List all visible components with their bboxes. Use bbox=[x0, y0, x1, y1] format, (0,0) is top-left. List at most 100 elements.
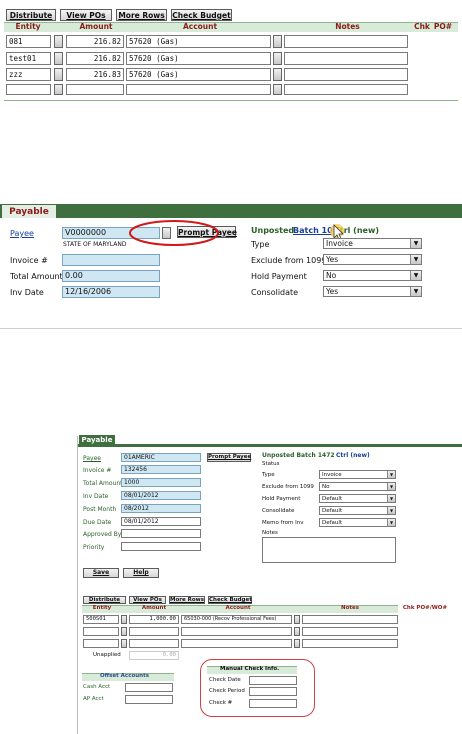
chevron-down-icon: ▼ bbox=[387, 495, 395, 502]
hold-payment-value: No bbox=[326, 271, 337, 280]
type-value: Invoice bbox=[326, 239, 353, 248]
amount-input[interactable]: 216.83 bbox=[66, 68, 124, 81]
account-lookup-button[interactable] bbox=[273, 84, 282, 95]
type-select[interactable]: Invoice ▼ bbox=[323, 238, 422, 249]
entity-input[interactable] bbox=[6, 84, 51, 95]
entity-lookup-button[interactable] bbox=[54, 52, 63, 65]
check-budget-button[interactable]: Check Budget bbox=[171, 9, 232, 21]
type-select-small[interactable]: Invoice ▼ bbox=[319, 470, 396, 479]
entity-lookup-button[interactable] bbox=[54, 35, 63, 48]
account-input[interactable]: 57620 (Gas) bbox=[126, 35, 271, 48]
entity-lookup-button-small[interactable] bbox=[121, 627, 127, 636]
consolidate-select[interactable]: Yes ▼ bbox=[323, 286, 422, 297]
account-input-small[interactable] bbox=[181, 639, 292, 648]
consolidate-select-small[interactable]: Default ▼ bbox=[319, 506, 396, 515]
account-input[interactable]: 57620 (Gas) bbox=[126, 68, 271, 81]
check-date-label: Check Date bbox=[209, 677, 241, 683]
total-amount-input[interactable]: 0.00 bbox=[62, 270, 160, 282]
more-rows-button[interactable]: More Rows bbox=[116, 9, 167, 21]
amount-input-small[interactable]: 1,000.00 bbox=[129, 615, 179, 624]
exclude-1099-select-small[interactable]: No ▼ bbox=[319, 482, 396, 491]
check-number-input[interactable] bbox=[249, 699, 297, 708]
account-input-small[interactable] bbox=[181, 627, 292, 636]
inv-date-input-small[interactable]: 08/01/2012 bbox=[121, 491, 201, 500]
entity-input-small[interactable] bbox=[83, 639, 119, 648]
batch-link[interactable]: Batch 10 bbox=[293, 226, 333, 235]
account-lookup-button-small[interactable] bbox=[294, 615, 300, 624]
unapplied-label: Unapplied bbox=[93, 652, 121, 658]
hold-payment-label-small: Hold Payment bbox=[262, 496, 301, 502]
exclude-1099-select[interactable]: Yes ▼ bbox=[323, 254, 422, 265]
notes-input[interactable] bbox=[284, 68, 408, 81]
distribute-button-small[interactable]: Distribute bbox=[83, 596, 126, 604]
notes-input[interactable] bbox=[284, 35, 408, 48]
invoice-input-small[interactable]: 132456 bbox=[121, 465, 201, 474]
entity-input[interactable]: zzz bbox=[6, 68, 51, 81]
entity-lookup-button[interactable] bbox=[54, 68, 63, 81]
prompt-payee-button-small[interactable]: Prompt Payee bbox=[207, 453, 251, 462]
inv-date-input[interactable]: 12/16/2006 bbox=[62, 286, 160, 298]
amount-input-small[interactable] bbox=[129, 639, 179, 648]
manual-check-title: Manual Check Info. bbox=[220, 666, 280, 672]
payable-tab[interactable]: Payable bbox=[2, 205, 56, 219]
entity-input-small[interactable]: 500S01 bbox=[83, 615, 119, 624]
notes-input-small[interactable] bbox=[302, 627, 398, 636]
notes-textarea[interactable] bbox=[262, 537, 396, 563]
total-amount-input-small[interactable]: 1000 bbox=[121, 478, 201, 487]
entity-input[interactable]: test01 bbox=[6, 52, 51, 65]
account-lookup-button[interactable] bbox=[273, 68, 282, 81]
col-entity: Entity bbox=[15, 22, 41, 31]
view-pos-button[interactable]: View POs bbox=[60, 9, 112, 21]
entity-input-small[interactable] bbox=[83, 627, 119, 636]
memo-from-inv-select[interactable]: Default ▼ bbox=[319, 518, 396, 527]
col-po: PO# bbox=[433, 22, 453, 31]
account-input[interactable]: 57620 (Gas) bbox=[126, 52, 271, 65]
hold-payment-label: Hold Payment bbox=[251, 272, 307, 281]
check-period-input[interactable] bbox=[249, 687, 297, 696]
entity-input[interactable]: 081 bbox=[6, 35, 51, 48]
hold-payment-select[interactable]: No ▼ bbox=[323, 270, 422, 281]
account-input-small[interactable]: 65030-000 (Recov Professional Fees) bbox=[181, 615, 292, 624]
invoice-input[interactable] bbox=[62, 254, 160, 266]
chevron-down-icon: ▼ bbox=[410, 271, 421, 280]
approved-by-label: Approved By bbox=[83, 531, 122, 538]
priority-input[interactable] bbox=[121, 542, 201, 551]
entity-lookup-button[interactable] bbox=[54, 84, 63, 95]
hold-payment-select-small[interactable]: Default ▼ bbox=[319, 494, 396, 503]
col-chk-po-wo: Chk PO#/WO# bbox=[402, 605, 448, 611]
due-date-input[interactable]: 08/01/2012 bbox=[121, 517, 201, 526]
notes-input[interactable] bbox=[284, 52, 408, 65]
check-date-input[interactable] bbox=[249, 676, 297, 685]
notes-input-small[interactable] bbox=[302, 615, 398, 624]
cash-acct-input[interactable] bbox=[125, 683, 173, 692]
left-border-line bbox=[77, 436, 78, 734]
account-lookup-button[interactable] bbox=[273, 52, 282, 65]
payable-tab-small[interactable]: Payable bbox=[79, 435, 115, 446]
account-lookup-button-small[interactable] bbox=[294, 639, 300, 648]
entity-lookup-button-small[interactable] bbox=[121, 615, 127, 624]
notes-input[interactable] bbox=[284, 84, 408, 95]
account-lookup-button-small[interactable] bbox=[294, 627, 300, 636]
distribute-button[interactable]: Distribute bbox=[6, 9, 56, 21]
entity-lookup-button-small[interactable] bbox=[121, 639, 127, 648]
approved-by-input[interactable] bbox=[121, 529, 201, 538]
save-button[interactable]: Save bbox=[83, 568, 119, 578]
check-budget-button-small[interactable]: Check Budget bbox=[208, 596, 252, 604]
notes-input-small[interactable] bbox=[302, 639, 398, 648]
view-pos-button-small[interactable]: View POs bbox=[129, 596, 166, 604]
ap-acct-input[interactable] bbox=[125, 695, 173, 704]
amount-input[interactable]: 216.82 bbox=[66, 35, 124, 48]
help-button[interactable]: Help bbox=[123, 568, 159, 578]
payee-input-small[interactable]: 01AMERIC bbox=[121, 453, 201, 462]
type-value-small: Invoice bbox=[322, 472, 342, 478]
more-rows-button-small[interactable]: More Rows bbox=[169, 596, 205, 604]
payee-link-small[interactable]: Payee bbox=[83, 455, 101, 462]
amount-input[interactable] bbox=[66, 84, 124, 95]
check-period-label: Check Period bbox=[209, 688, 245, 694]
account-input[interactable] bbox=[126, 84, 271, 95]
payee-link[interactable]: Payee bbox=[10, 229, 34, 238]
account-lookup-button[interactable] bbox=[273, 35, 282, 48]
amount-input-small[interactable] bbox=[129, 627, 179, 636]
amount-input[interactable]: 216.82 bbox=[66, 52, 124, 65]
post-month-input[interactable]: 08/2012 bbox=[121, 504, 201, 513]
